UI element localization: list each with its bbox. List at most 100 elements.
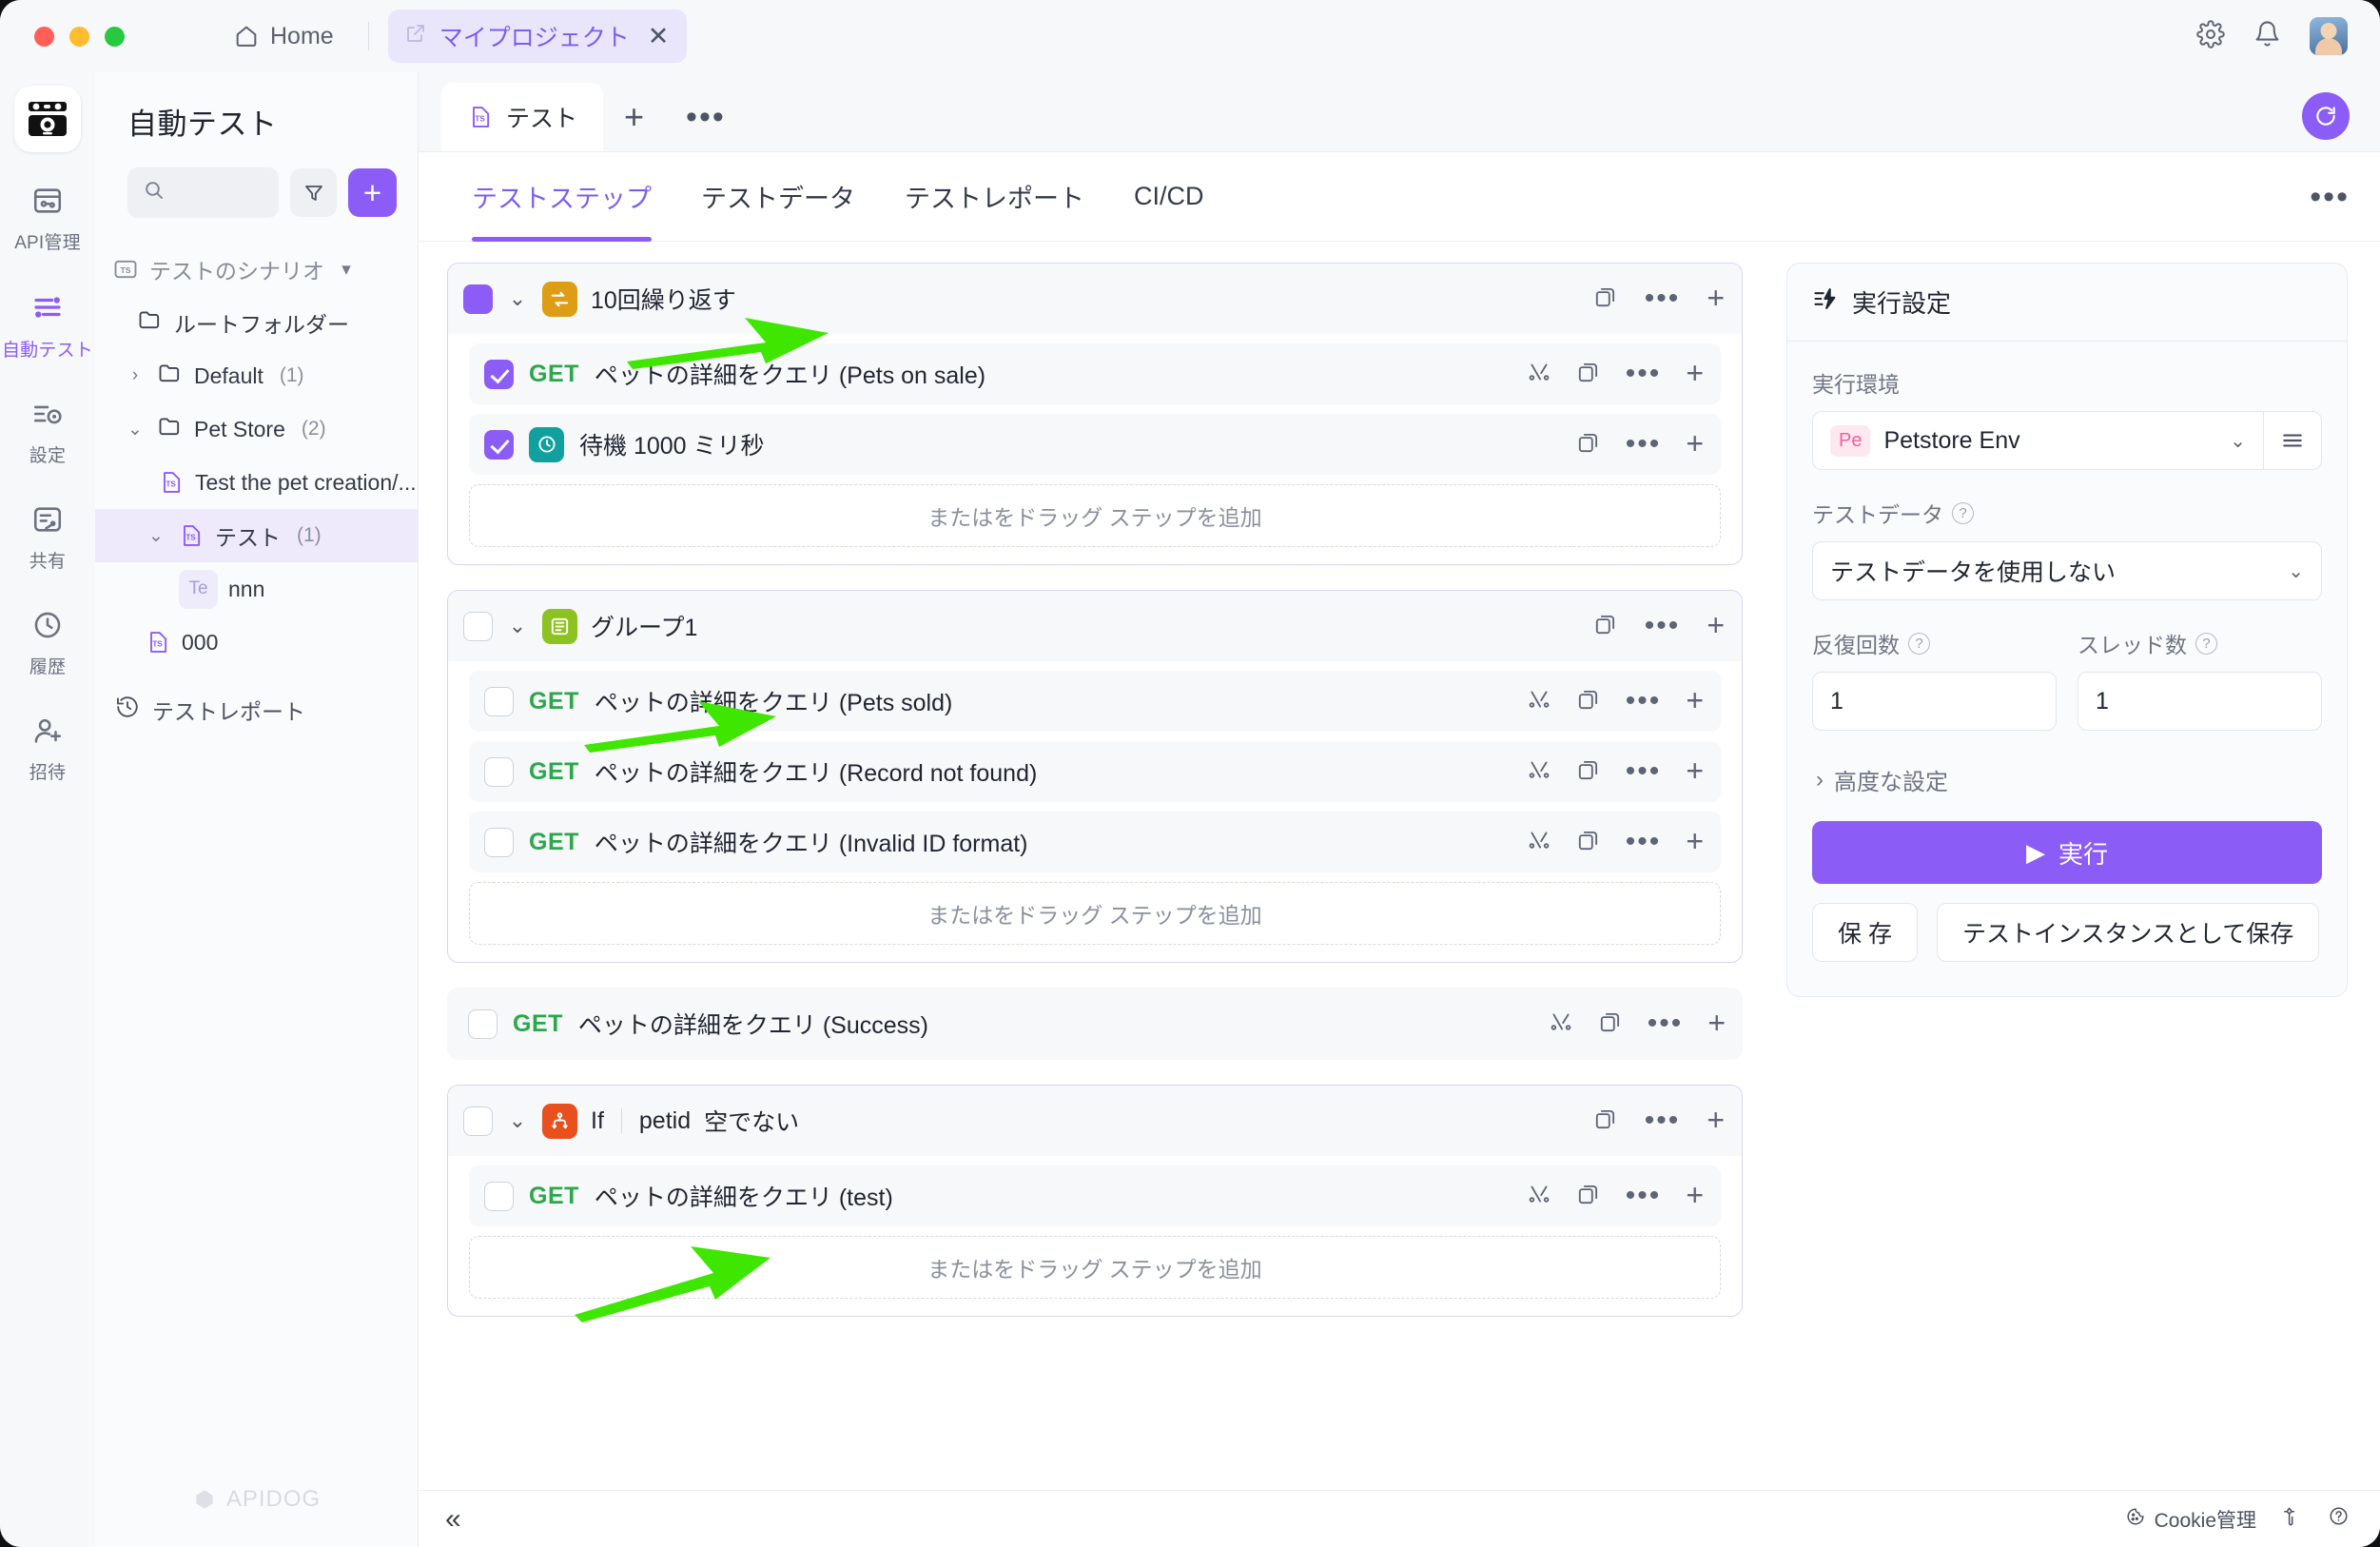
iterations-input[interactable]: 1	[1812, 672, 2057, 731]
home-button[interactable]: Home	[220, 16, 347, 57]
step-checkbox[interactable]	[484, 429, 514, 460]
bell-icon[interactable]	[2253, 20, 2281, 52]
chevron-down-icon[interactable]: ⌄	[506, 286, 529, 311]
step-checkbox[interactable]	[484, 686, 514, 716]
help-icon[interactable]: ?	[1908, 632, 1930, 655]
copy-icon[interactable]	[1593, 612, 1618, 641]
save-as-instance-button[interactable]: テストインスタンスとして保存	[1936, 903, 2320, 962]
avatar[interactable]	[2310, 17, 2348, 55]
add-step-icon[interactable]: +	[1707, 1008, 1726, 1038]
new-tab-button[interactable]: +	[603, 83, 665, 151]
tree-node-pet-store[interactable]: ⌄ Pet Store (2)	[95, 402, 418, 456]
sidebar-item-settings[interactable]: 設定	[0, 398, 95, 467]
add-step-icon[interactable]: +	[1686, 826, 1704, 856]
copy-icon[interactable]	[1576, 757, 1601, 787]
copy-icon[interactable]	[1576, 360, 1601, 389]
app-logo[interactable]	[14, 86, 81, 152]
sidebar-item-test-report[interactable]: テストレポート	[95, 694, 418, 726]
window-controls[interactable]	[34, 26, 125, 47]
tab-ci-cd[interactable]: CI/CD	[1109, 152, 1229, 242]
gear-icon[interactable]	[2196, 19, 2225, 53]
subtab-overflow-button[interactable]: •••	[2310, 152, 2350, 242]
chevron-down-icon[interactable]: ⌄	[506, 1108, 529, 1133]
block-checkbox[interactable]	[463, 611, 493, 641]
variables-icon[interactable]	[1549, 1009, 1573, 1039]
close-window-button[interactable]	[34, 26, 54, 47]
tree-node-test-pet-creation[interactable]: TS Test the pet creation/...	[95, 456, 418, 509]
maximize-window-button[interactable]	[105, 26, 125, 47]
collapse-panel-button[interactable]: «	[445, 1503, 461, 1536]
chevron-down-icon[interactable]: ⌄	[2288, 559, 2304, 583]
cookie-manager-button[interactable]: Cookie管理	[2125, 1505, 2256, 1534]
tab-test-report[interactable]: テストレポート	[880, 152, 1109, 242]
close-icon[interactable]: ✕	[648, 23, 670, 49]
tree-node-000[interactable]: TS 000	[95, 616, 418, 669]
variables-icon[interactable]	[1527, 1182, 1551, 1211]
step-row[interactable]: GET ペットの詳細をクエリ (Pets on sale) ••• +	[469, 343, 1721, 404]
tree-node-test[interactable]: ⌄ TS テスト (1)	[95, 509, 418, 562]
help-icon[interactable]: ?	[1952, 501, 1974, 524]
tree-node-scenarios[interactable]: TS テストのシナリオ ▾	[95, 243, 418, 296]
copy-icon[interactable]	[1593, 1106, 1618, 1136]
step-checkbox[interactable]	[484, 1181, 514, 1211]
variables-icon[interactable]	[1527, 687, 1551, 716]
wrench-icon[interactable]	[2281, 1505, 2303, 1533]
chevron-down-icon[interactable]: ▾	[335, 259, 358, 281]
chevron-down-icon[interactable]: ⌄	[124, 419, 146, 441]
filter-button[interactable]	[290, 168, 337, 217]
step-row[interactable]: 待機 1000 ミリ秒 ••• +	[469, 414, 1721, 475]
chevron-down-icon[interactable]: ⌄	[145, 525, 167, 547]
tree-node-nnn[interactable]: Te nnn	[95, 562, 418, 616]
copy-icon[interactable]	[1598, 1009, 1623, 1039]
help-icon[interactable]	[2328, 1505, 2350, 1533]
advanced-settings-toggle[interactable]: › 高度な設定	[1816, 763, 2322, 796]
add-step-icon[interactable]: +	[1707, 283, 1725, 313]
step-checkbox[interactable]	[468, 1008, 497, 1039]
help-icon[interactable]: ?	[2195, 632, 2217, 655]
copy-icon[interactable]	[1593, 284, 1618, 314]
chevron-down-icon[interactable]: ⌄	[506, 614, 529, 638]
add-step-icon[interactable]: +	[1707, 1105, 1725, 1135]
tree-node-default[interactable]: › Default (1)	[95, 349, 418, 402]
add-step-dropzone[interactable]: またはをドラッグ ステップを追加	[469, 484, 1721, 547]
copy-icon[interactable]	[1576, 828, 1601, 857]
environment-select[interactable]: Pe Petstore Env ⌄	[1812, 411, 2263, 470]
tab-test[interactable]: TS テスト	[441, 83, 604, 151]
sidebar-item-share[interactable]: 共有	[0, 503, 95, 573]
threads-input[interactable]: 1	[2078, 672, 2322, 731]
save-button[interactable]: 保 存	[1812, 903, 1918, 962]
variables-icon[interactable]	[1527, 828, 1551, 857]
step-checkbox[interactable]	[484, 359, 514, 389]
chevron-down-icon[interactable]: ⌄	[2230, 429, 2246, 453]
sidebar-item-history[interactable]: 履歴	[0, 609, 95, 678]
minimize-window-button[interactable]	[69, 26, 89, 47]
sidebar-item-invite[interactable]: 招待	[0, 715, 95, 784]
copy-icon[interactable]	[1576, 430, 1601, 460]
copy-icon[interactable]	[1576, 1182, 1601, 1211]
add-step-icon[interactable]: +	[1686, 1180, 1704, 1210]
block-header[interactable]: ⌄ If petid 空でない ••• +	[448, 1086, 1742, 1156]
block-checkbox[interactable]	[463, 1106, 493, 1136]
add-step-dropzone[interactable]: またはをドラッグ ステップを追加	[469, 1236, 1721, 1299]
block-checkbox[interactable]	[463, 284, 493, 314]
chevron-right-icon[interactable]: ›	[124, 365, 146, 386]
step-row[interactable]: GET ペットの詳細をクエリ (Record not found) ••• +	[469, 741, 1721, 802]
search-box[interactable]	[127, 167, 279, 218]
testdata-select[interactable]: テストデータを使用しない ⌄	[1812, 541, 2322, 600]
tab-overflow-button[interactable]: •••	[665, 83, 747, 151]
sidebar-item-automated-test[interactable]: 自動テスト	[0, 290, 95, 362]
copy-icon[interactable]	[1576, 687, 1601, 716]
search-input[interactable]	[175, 181, 263, 205]
add-step-icon[interactable]: +	[1686, 358, 1704, 388]
step-checkbox[interactable]	[484, 756, 514, 787]
variables-icon[interactable]	[1527, 757, 1551, 787]
block-header[interactable]: ⌄ グループ1 ••• +	[448, 591, 1742, 661]
project-tab[interactable]: マイプロジェクト ✕	[387, 10, 688, 63]
block-header[interactable]: ⌄ 10回繰り返す ••• +	[448, 264, 1742, 334]
tab-test-steps[interactable]: テストステップ	[447, 152, 676, 242]
add-step-icon[interactable]: +	[1686, 685, 1704, 715]
add-step-icon[interactable]: +	[1686, 755, 1704, 786]
add-step-icon[interactable]: +	[1686, 428, 1704, 459]
step-row[interactable]: GET ペットの詳細をクエリ (Pets sold) ••• +	[469, 671, 1721, 732]
step-row-standalone[interactable]: GET ペットの詳細をクエリ (Success) ••• +	[447, 988, 1743, 1060]
